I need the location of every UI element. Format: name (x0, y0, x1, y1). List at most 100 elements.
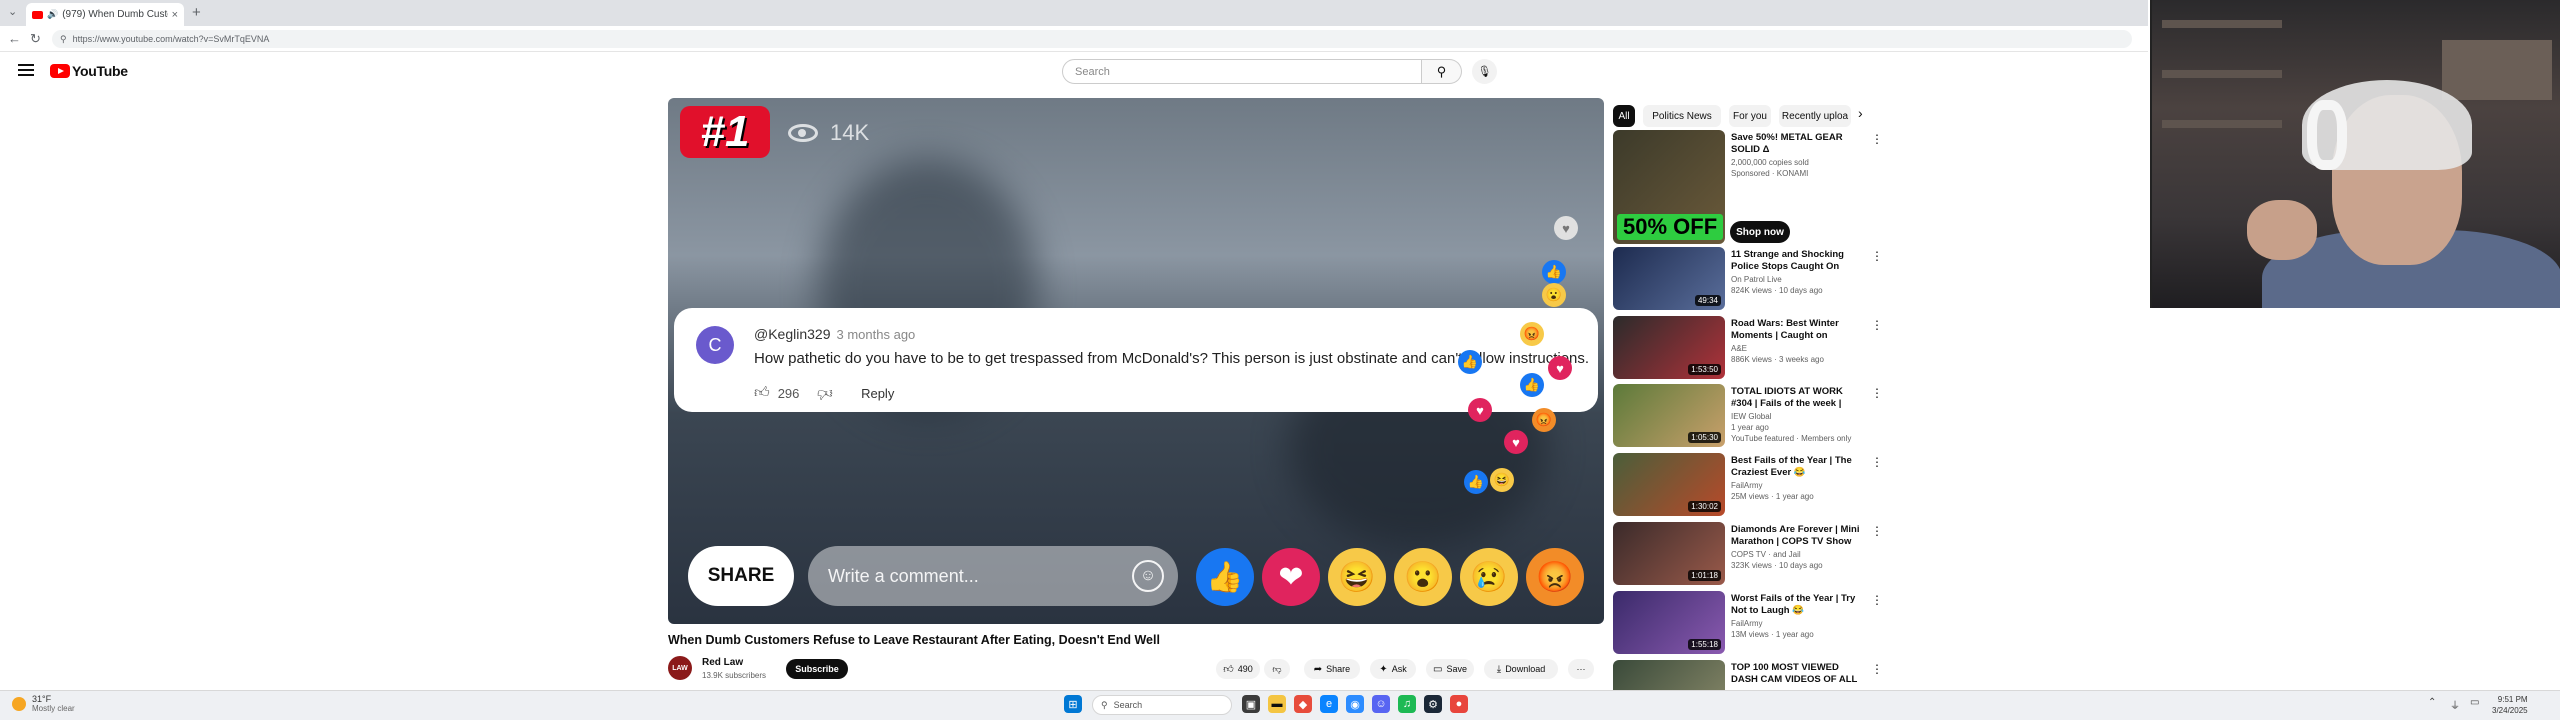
comment-like-icon: 👍︎ (754, 384, 770, 401)
system-clock[interactable]: 9:51 PM 3/24/2025 (2492, 694, 2528, 716)
related-video-title[interactable]: Diamonds Are Forever | Mini Marathon | C… (1731, 524, 1865, 548)
reaction-like-icon: 👍 (1196, 548, 1254, 606)
more-options-icon[interactable]: ⋮ (1871, 593, 1883, 607)
save-button[interactable]: ▭ Save (1426, 659, 1474, 679)
video-thumbnail[interactable]: 1:55:18 (1613, 591, 1725, 654)
video-thumbnail[interactable]: 1:01:18 (1613, 522, 1725, 585)
reaction-love-icon: ❤ (1262, 548, 1320, 606)
video-player[interactable]: #1 14K C @Keglin329 3 months ago How path… (668, 98, 1604, 624)
subscribe-button[interactable]: Subscribe (786, 659, 848, 679)
file-explorer-icon[interactable]: ▬ (1268, 695, 1286, 713)
chip-for-you[interactable]: For you (1729, 105, 1771, 127)
video-thumbnail[interactable]: 1:30:02 (1613, 453, 1725, 516)
tray-chevron-icon[interactable]: ⌃ (2428, 697, 2436, 708)
search-button[interactable]: ⚲ (1422, 59, 1462, 84)
steam-icon[interactable]: ⚙ (1424, 695, 1442, 713)
search-input[interactable]: Search (1062, 59, 1422, 84)
related-video-title[interactable]: Road Wars: Best Winter Moments | Caught … (1731, 318, 1865, 342)
related-video-item[interactable]: 1:01:18 Diamonds Are Forever | Mini Mara… (1613, 522, 1883, 586)
comment-dislike-icon: 👍︎ (817, 385, 834, 402)
related-video-title[interactable]: 11 Strange and Shocking Police Stops Cau… (1731, 249, 1865, 273)
network-icon[interactable]: ▭ (2470, 697, 2479, 708)
share-label: Share (1326, 664, 1351, 674)
more-options-icon[interactable]: ⋮ (1871, 132, 1883, 146)
chip-recently-uploaded[interactable]: Recently uploa (1779, 105, 1851, 127)
dislike-button[interactable]: 👎︎ (1264, 659, 1290, 679)
store-icon[interactable]: ◆ (1294, 695, 1312, 713)
floating-like-icon: 👍 (1520, 373, 1544, 397)
smiley-icon: ☺ (1132, 560, 1164, 592)
floating-angry-icon: 😡 (1532, 408, 1556, 432)
reload-icon[interactable]: ↻ (30, 31, 41, 47)
browser-tab-youtube[interactable]: 🔊 (979) When Dumb Customers × (26, 3, 184, 26)
tab-search-icon[interactable]: ⌄ (8, 5, 17, 18)
more-options-icon[interactable]: ⋮ (1871, 524, 1883, 538)
related-video-item[interactable]: 1:55:18 Worst Fails of the Year | Try No… (1613, 591, 1883, 655)
channel-name[interactable]: Red Law (702, 657, 743, 668)
edge-icon[interactable]: e (1320, 695, 1338, 713)
related-video-item[interactable]: 49:34 11 Strange and Shocking Police Sto… (1613, 247, 1883, 311)
share-button[interactable]: ➦ Share (1304, 659, 1360, 679)
video-thumbnail[interactable]: 1:05:30 (1613, 384, 1725, 447)
task-view-icon[interactable]: ▣ (1242, 695, 1260, 713)
video-duration: 49:34 (1694, 295, 1721, 306)
related-video-title[interactable]: TOP 100 MOST VIEWED DASH CAM VIDEOS OF A… (1731, 662, 1865, 686)
spotify-icon[interactable]: ♫ (1398, 695, 1416, 713)
youtube-logo[interactable]: YouTube (50, 63, 128, 79)
like-button[interactable]: 👍︎ 490 (1216, 659, 1260, 679)
address-bar[interactable]: ⚲ https://www.youtube.com/watch?v=SvMrTq… (52, 30, 2132, 48)
related-video-title[interactable]: Save 50%! METAL GEAR SOLID Δ (1731, 132, 1865, 156)
related-video-title[interactable]: Worst Fails of the Year | Try Not to Lau… (1731, 593, 1865, 617)
taskbar-search[interactable]: ⚲ Search (1092, 695, 1232, 715)
related-video-title[interactable]: Best Fails of the Year | The Craziest Ev… (1731, 455, 1865, 479)
download-button[interactable]: ⤓ Download (1484, 659, 1558, 679)
chip-all[interactable]: All (1613, 105, 1635, 127)
related-video-stats: 25M views · 1 year ago (1731, 492, 1814, 501)
shop-now-button[interactable]: Shop now (1730, 221, 1790, 243)
discord-icon[interactable]: ☺ (1372, 695, 1390, 713)
floating-heart-icon: ♥ (1504, 430, 1528, 454)
back-arrow-icon[interactable]: ← (8, 31, 21, 46)
usb-icon[interactable]: ⏚ (2450, 697, 2460, 712)
obs-icon[interactable]: ● (1450, 695, 1468, 713)
commenter-handle: @Keglin329 (754, 326, 831, 342)
site-info-icon[interactable]: ⚲ (60, 34, 67, 45)
audio-playing-icon[interactable]: 🔊 (47, 9, 58, 20)
more-options-icon[interactable]: ⋮ (1871, 318, 1883, 332)
download-icon: ⤓ (1496, 663, 1502, 675)
related-video-title[interactable]: TOTAL IDIOTS AT WORK #304 | Fails of the… (1731, 386, 1865, 410)
voice-search-button[interactable]: 🎙 (1472, 59, 1497, 84)
shelf (2162, 120, 2282, 128)
related-video-stats: 886K views · 3 weeks ago (1731, 355, 1824, 364)
video-thumbnail[interactable]: 50% OFF (1613, 130, 1725, 244)
headset (2307, 100, 2347, 170)
search-icon: ⚲ (1436, 63, 1447, 79)
chrome-icon[interactable]: ◉ (1346, 695, 1364, 713)
more-options-icon[interactable]: ⋮ (1871, 455, 1883, 469)
close-tab-icon[interactable]: × (172, 9, 178, 21)
more-options-icon[interactable]: ⋮ (1871, 249, 1883, 263)
shelf (2162, 70, 2282, 78)
like-count: 490 (1237, 664, 1253, 674)
related-video-item[interactable]: 1:30:02 Best Fails of the Year | The Cra… (1613, 453, 1883, 517)
related-video-item[interactable]: 1:53:50 Road Wars: Best Winter Moments |… (1613, 316, 1883, 380)
windows-start-icon[interactable]: ⊞ (1064, 695, 1082, 713)
comment-actions: 👍︎ 296 👍︎ Reply (754, 384, 894, 402)
commenter-avatar: C (696, 326, 734, 364)
new-tab-button[interactable]: + (192, 4, 201, 21)
chip-politics-news[interactable]: Politics News (1643, 105, 1721, 127)
comment-reply-label: Reply (861, 385, 895, 401)
ask-button[interactable]: ✦ Ask (1370, 659, 1416, 679)
weather-widget[interactable]: 31°F Mostly clear (12, 694, 75, 713)
video-thumbnail[interactable]: 1:53:50 (1613, 316, 1725, 379)
more-actions-button[interactable]: ··· (1568, 659, 1594, 679)
video-title: When Dumb Customers Refuse to Leave Rest… (668, 633, 1160, 647)
video-thumbnail[interactable]: 49:34 (1613, 247, 1725, 310)
related-video-item[interactable]: 1:05:30 TOTAL IDIOTS AT WORK #304 | Fail… (1613, 384, 1883, 448)
reaction-sad-icon: 😢 (1460, 548, 1518, 606)
more-options-icon[interactable]: ⋮ (1871, 662, 1883, 676)
menu-hamburger-icon[interactable] (18, 64, 34, 76)
chip-next-chevron-icon[interactable]: › (1858, 105, 1863, 121)
channel-avatar[interactable]: LAW (668, 656, 692, 680)
more-options-icon[interactable]: ⋮ (1871, 386, 1883, 400)
